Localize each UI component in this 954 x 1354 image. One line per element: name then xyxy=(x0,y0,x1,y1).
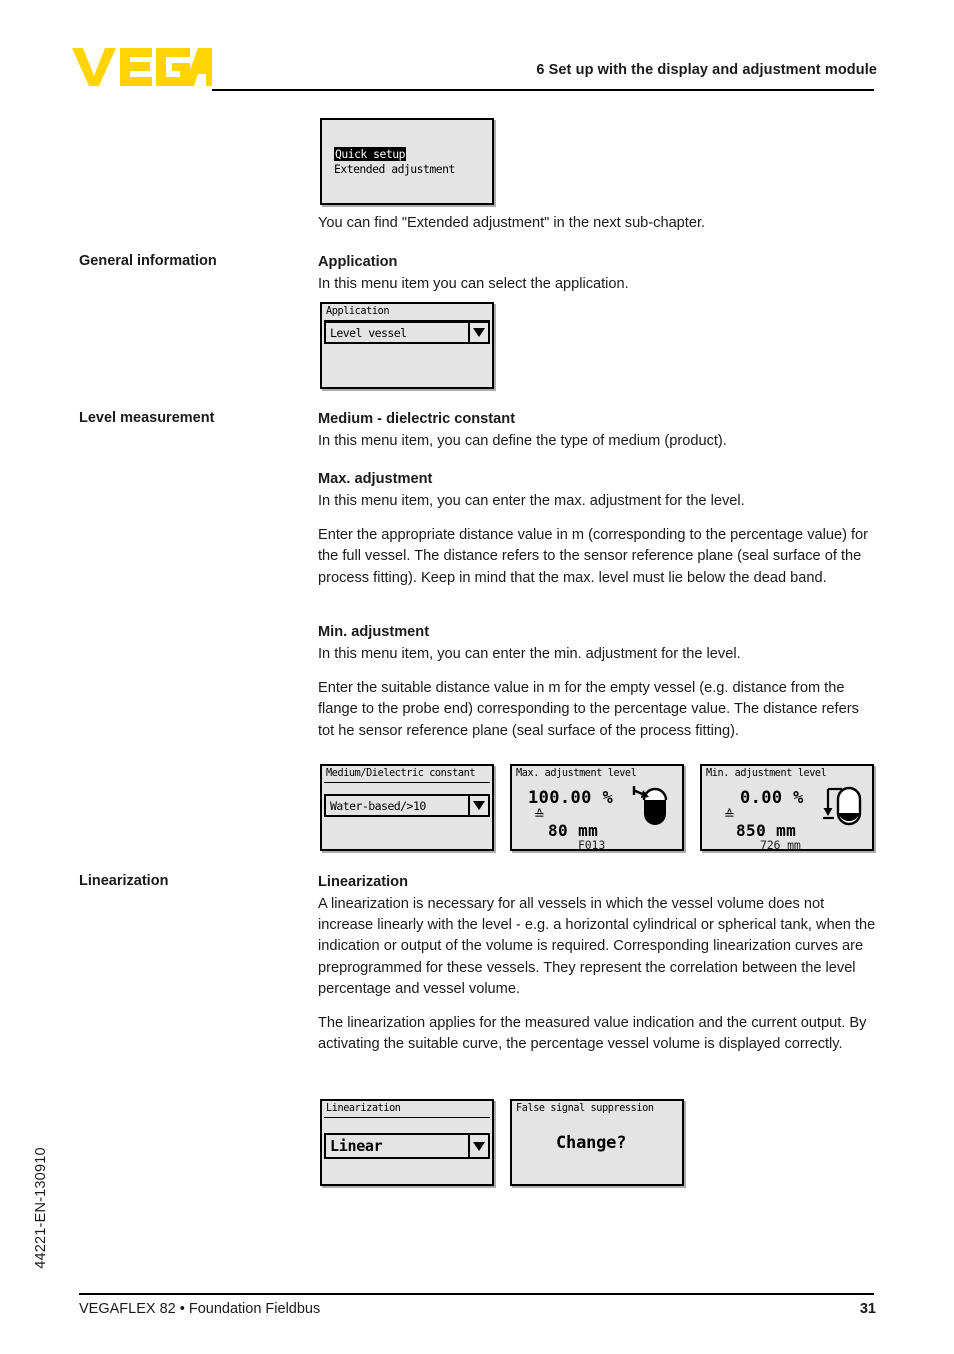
chevron-down-icon[interactable] xyxy=(468,1135,488,1157)
intro-paragraph-block: You can find "Extended adjustment" in th… xyxy=(318,213,876,234)
dropdown-application-value: Level vessel xyxy=(330,325,407,340)
paragraph-linearization-2: The linearization applies for the measur… xyxy=(318,1014,867,1053)
vessel-full-icon xyxy=(632,786,668,825)
paragraph-max-adjustment-2: Enter the appropriate distance value in … xyxy=(318,527,869,586)
paragraph-max-adjustment-1: In this menu item, you can enter the max… xyxy=(318,493,745,510)
menu-item-extended-adjustment[interactable]: Extended adjustment xyxy=(334,162,455,176)
paragraph-application: In this menu item you can select the app… xyxy=(318,276,629,293)
display-false-signal-title: False signal suppression xyxy=(516,1103,654,1114)
min-code-value: 726 mm xyxy=(760,838,801,851)
display-linearization-title: Linearization xyxy=(326,1103,401,1114)
section-medium-dielectric: Medium - dielectric constant In this men… xyxy=(318,409,876,452)
display-title-divider xyxy=(324,1117,490,1118)
document-code: 44221-EN-130910 xyxy=(33,1147,49,1269)
section-max-adjustment: Max. adjustment In this menu item, you c… xyxy=(318,469,876,589)
footer-product-line: VEGAFLEX 82 • Foundation Fieldbus xyxy=(79,1301,321,1317)
equivalent-sign: ≙ xyxy=(724,808,735,823)
display-false-signal-suppression[interactable]: False signal suppression Change? xyxy=(510,1099,684,1186)
section-linearization: Linearization A linearization is necessa… xyxy=(318,872,876,1055)
display-quick-setup[interactable]: Quick setup Extended adjustment xyxy=(320,118,494,205)
display-application-title: Application xyxy=(326,306,390,317)
footer-page-number: 31 xyxy=(859,1301,876,1317)
page-header: 6 Set up with the display and adjustment… xyxy=(0,0,954,95)
heading-min-adjustment: Min. adjustment xyxy=(318,624,430,640)
display-title-divider xyxy=(324,782,490,783)
vessel-empty-icon xyxy=(823,786,862,826)
display-application[interactable]: Application Level vessel xyxy=(320,302,494,389)
display-linearization[interactable]: Linearization Linear xyxy=(320,1099,494,1186)
chevron-down-icon[interactable] xyxy=(468,796,488,815)
dropdown-application[interactable]: Level vessel xyxy=(324,321,490,344)
max-percent-value: 100.00 % xyxy=(528,788,614,808)
heading-application: Application xyxy=(318,254,398,270)
display-medium-title: Medium/Dielectric constant xyxy=(326,768,476,779)
side-label-general-information: General information xyxy=(79,253,217,269)
paragraph-min-adjustment-1: In this menu item, you can enter the min… xyxy=(318,646,741,663)
display-min-title: Min. adjustment level xyxy=(706,768,827,779)
display-max-adjustment[interactable]: Max. adjustment level 100.00 % ≙ 80 mm F… xyxy=(510,764,684,851)
menu-item-quick-setup[interactable]: Quick setup xyxy=(334,147,406,161)
section-general-information: Application In this menu item you can se… xyxy=(318,252,876,295)
change-prompt[interactable]: Change? xyxy=(556,1133,626,1153)
intro-line: You can find "Extended adjustment" in th… xyxy=(318,215,706,231)
display-min-adjustment[interactable]: Min. adjustment level 0.00 % ≙ 850 mm 72… xyxy=(700,764,874,851)
paragraph-medium-dielectric: In this menu item, you can define the ty… xyxy=(318,433,727,450)
chevron-down-icon[interactable] xyxy=(468,323,488,342)
side-label-linearization: Linearization xyxy=(79,873,169,889)
dropdown-linearization-value: Linear xyxy=(330,1137,383,1155)
side-label-level-measurement: Level measurement xyxy=(79,410,215,426)
paragraph-min-adjustment-2: Enter the suitable distance value in m f… xyxy=(318,680,859,739)
header-divider xyxy=(212,89,874,91)
footer-divider xyxy=(79,1293,874,1295)
dropdown-medium-value: Water-based/>10 xyxy=(330,798,426,813)
chapter-title: 6 Set up with the display and adjustment… xyxy=(536,62,877,78)
dropdown-medium[interactable]: Water-based/>10 xyxy=(324,794,490,817)
equivalent-sign: ≙ xyxy=(534,808,545,823)
min-percent-value: 0.00 % xyxy=(740,788,804,808)
heading-max-adjustment: Max. adjustment xyxy=(318,471,433,487)
display-medium-dielectric[interactable]: Medium/Dielectric constant Water-based/>… xyxy=(320,764,494,851)
heading-linearization: Linearization xyxy=(318,874,409,890)
display-max-title: Max. adjustment level xyxy=(516,768,637,779)
vega-logo xyxy=(72,48,212,86)
paragraph-linearization-1: A linearization is necessary for all ves… xyxy=(318,896,876,997)
heading-medium-dielectric: Medium - dielectric constant xyxy=(318,411,516,427)
max-code-value: F013 xyxy=(578,838,606,851)
section-min-adjustment: Min. adjustment In this menu item, you c… xyxy=(318,622,876,742)
dropdown-linearization[interactable]: Linear xyxy=(324,1133,490,1159)
